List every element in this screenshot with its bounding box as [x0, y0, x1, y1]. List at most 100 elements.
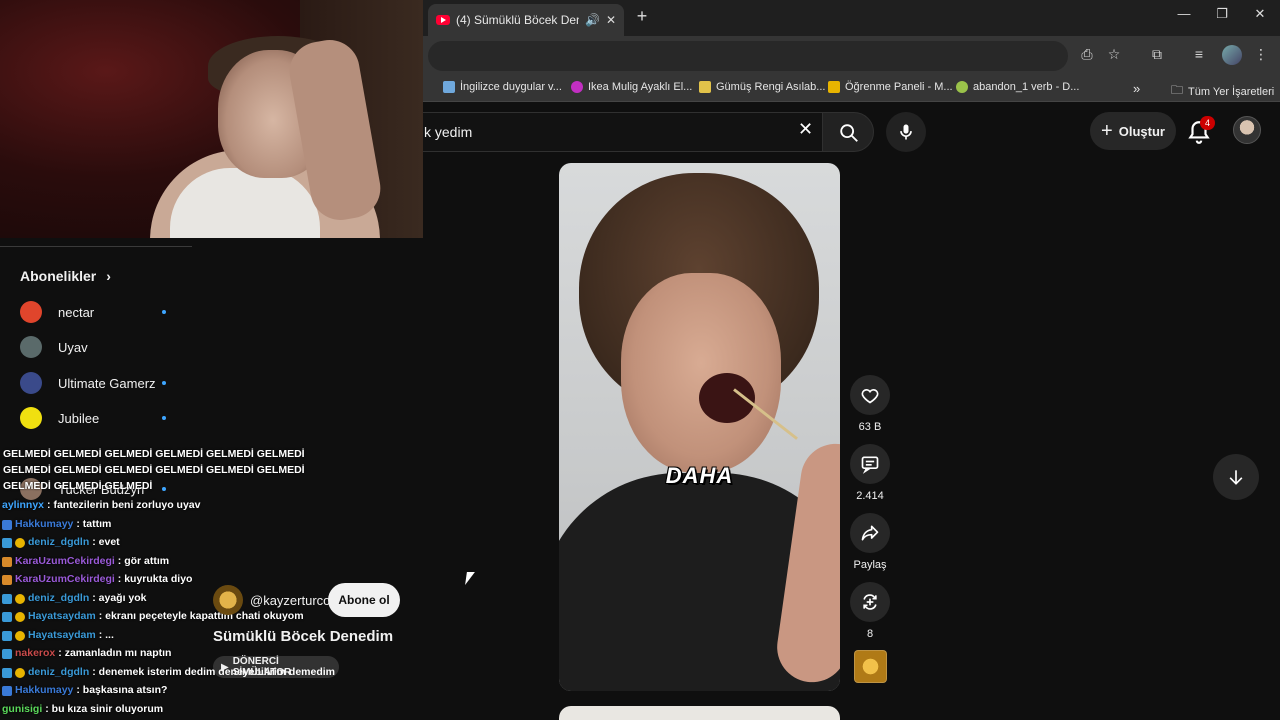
chat-badge-icon: [2, 685, 12, 696]
new-content-dot: [162, 310, 166, 314]
media-controls-icon[interactable]: ≡: [1188, 46, 1210, 62]
share-icon: [861, 525, 879, 541]
comment-count: 2.414: [856, 490, 884, 502]
channel-avatar[interactable]: [213, 585, 243, 615]
remix-icon: [863, 594, 877, 610]
microphone-icon: [900, 124, 912, 140]
chat-line: gunisigi: bu kıza sinir oluyorum: [2, 703, 164, 715]
chat-line: nakerox: zamanladın mı naptın: [2, 646, 171, 661]
share-label: Paylaş: [853, 559, 887, 571]
subscribe-button[interactable]: Abone ol: [328, 583, 400, 617]
minimize-icon[interactable]: —: [1172, 6, 1196, 21]
maximize-icon[interactable]: ❐: [1210, 6, 1234, 22]
new-content-dot: [162, 416, 166, 420]
speaker-icon[interactable]: 🔊: [585, 13, 600, 27]
voice-search-button[interactable]: [886, 112, 926, 152]
heart-icon: [861, 389, 879, 404]
address-bar[interactable]: [428, 41, 1068, 71]
share-button[interactable]: [850, 513, 890, 553]
sidebar-item-subscription[interactable]: Ultimate Gamerz: [20, 371, 170, 395]
chat-badge-icon: [15, 611, 25, 622]
chat-badge-icon: [15, 630, 25, 641]
sidebar-item-subscription[interactable]: Jubilee: [20, 406, 170, 430]
chat-badge-icon: [2, 537, 12, 548]
new-tab-button[interactable]: +: [632, 6, 652, 30]
chat-line: Hakkumayy: tattım: [2, 517, 111, 532]
tab-title: (4) Sümüklü Böcek Denedim: [456, 13, 579, 27]
sound-channel-thumbnail[interactable]: [854, 650, 887, 683]
bookmark-item[interactable]: abandon_1 verb - D...: [956, 81, 1079, 93]
play-icon: ▶: [221, 661, 229, 673]
bookmark-favicon-icon: [443, 81, 455, 93]
plus-icon: +: [1101, 119, 1113, 142]
profile-icon[interactable]: [1222, 45, 1242, 65]
short-video-player[interactable]: DAHA: [559, 163, 840, 691]
bookmark-favicon-icon: [571, 81, 583, 93]
video-caption: DAHA: [665, 463, 734, 488]
chat-badge-icon: [15, 667, 25, 678]
extensions-icon[interactable]: ⧉: [1146, 46, 1168, 63]
chat-line: KaraUzumCekirdegi: kuyrukta diyo: [2, 572, 192, 587]
chat-badge-icon: [2, 556, 12, 567]
channel-avatar-icon: [20, 407, 42, 429]
like-count: 63 B: [858, 421, 882, 433]
chat-badge-icon: [2, 630, 12, 641]
chat-badge-icon: [15, 537, 25, 548]
bookmark-favicon-icon: [828, 81, 840, 93]
bookmark-item[interactable]: Ikea Mulig Ayaklı El...: [571, 81, 692, 93]
chat-badge-icon: [2, 593, 12, 604]
chat-badge-icon: [2, 574, 12, 585]
bookmarks-overflow-button[interactable]: »: [1133, 81, 1140, 96]
channel-avatar-icon: [20, 336, 42, 358]
remix-count: 8: [866, 628, 874, 640]
chat-line: Hakkumayy: başkasına atsın?: [2, 683, 167, 698]
channel-avatar-icon: [20, 301, 42, 323]
search-icon: [840, 124, 858, 142]
create-button[interactable]: + Oluştur: [1090, 112, 1176, 150]
chat-line: KaraUzumCekirdegi: gör attım: [2, 554, 169, 569]
chat-line: deniz_dgdln: ayağı yok: [2, 591, 147, 606]
all-bookmarks-button[interactable]: 🗀 Tüm Yer İşaretleri: [1171, 81, 1274, 102]
short-title[interactable]: Sümüklü Böcek Denedim: [213, 628, 393, 645]
bookmark-item[interactable]: Gümüş Rengi Asılab...: [699, 81, 825, 93]
bookmark-favicon-icon: [956, 81, 968, 93]
notification-count-badge: 4: [1200, 116, 1215, 130]
install-app-icon[interactable]: ⎙: [1076, 46, 1098, 63]
bookmark-item[interactable]: İngilizce duygular v...: [443, 81, 562, 93]
chat-badge-icon: [15, 593, 25, 604]
new-content-dot: [162, 381, 166, 385]
chat-line: aylinnyx: fantezilerin beni zorluyo uyav: [2, 499, 201, 511]
search-button[interactable]: [822, 112, 874, 152]
close-window-icon[interactable]: ✕: [1248, 6, 1272, 22]
like-button[interactable]: [850, 375, 890, 415]
sound-chip[interactable]: ▶ DÖNERCİ SİMÜLATOR: [213, 656, 339, 678]
sidebar-divider: [0, 246, 192, 247]
bookmark-item[interactable]: Öğrenme Paneli - M...: [828, 81, 953, 93]
arrow-down-icon: [1229, 470, 1243, 485]
search-input[interactable]: k yedim: [420, 112, 822, 152]
active-tab[interactable]: (4) Sümüklü Böcek Denedim 🔊 ✕: [428, 4, 624, 36]
chat-spam-message: GELMEDİ GELMEDİ GELMEDİ GELMEDİ GELMEDİ …: [3, 448, 305, 492]
close-tab-icon[interactable]: ✕: [606, 13, 616, 27]
video-person-face: [621, 273, 781, 473]
webcam-overlay: [0, 0, 423, 238]
chat-line: deniz_dgdln: evet: [2, 535, 120, 550]
bookmark-favicon-icon: [699, 81, 711, 93]
chat-badge-icon: [2, 519, 12, 530]
channel-avatar-icon: [20, 372, 42, 394]
chat-line: Hayatsaydam: ekranı peçeteyle kapattım c…: [2, 609, 304, 624]
youtube-favicon-icon: [436, 15, 450, 25]
channel-name[interactable]: @kayzerturco: [250, 593, 330, 608]
sidebar-item-subscription[interactable]: nectar: [20, 300, 170, 324]
comments-button[interactable]: [850, 444, 890, 484]
menu-dots-icon[interactable]: ⋮: [1250, 46, 1272, 63]
account-avatar[interactable]: [1233, 116, 1261, 144]
next-short-button[interactable]: [1213, 454, 1259, 500]
subscriptions-header[interactable]: Abonelikler ›: [20, 268, 111, 284]
comment-icon: [861, 456, 879, 474]
remix-button[interactable]: [850, 582, 890, 622]
clear-search-icon[interactable]: ✕: [798, 119, 813, 140]
bookmark-star-icon[interactable]: ☆: [1103, 46, 1125, 63]
sidebar-item-subscription[interactable]: Uyav: [20, 335, 170, 359]
next-short-preview[interactable]: [559, 706, 840, 720]
